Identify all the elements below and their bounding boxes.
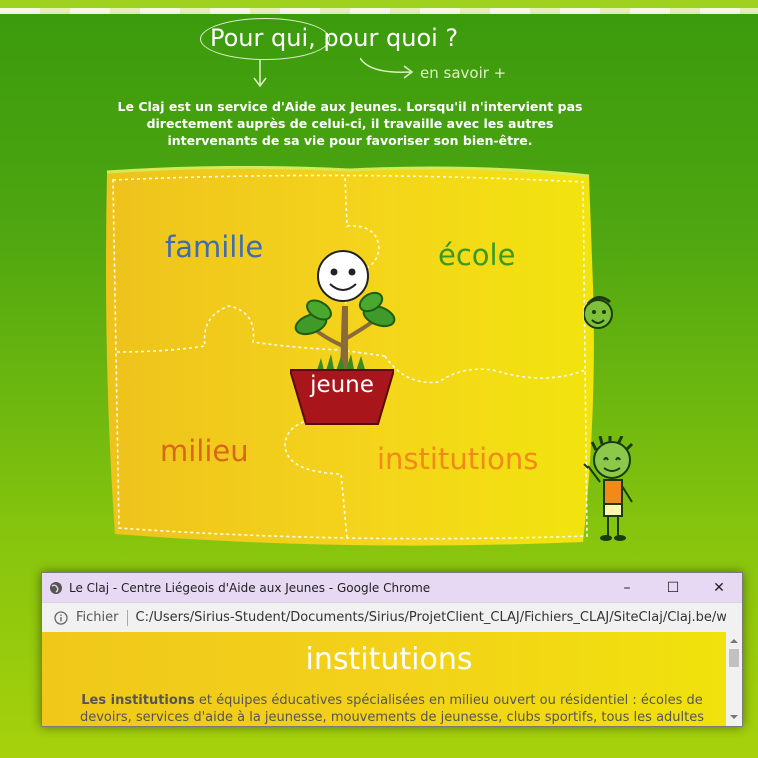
popup-paragraph: Les institutions et équipes éducatives s… xyxy=(72,692,712,726)
globe-icon xyxy=(50,581,62,594)
minimize-icon: – xyxy=(623,579,631,596)
popup-bold-lead: Les institutions xyxy=(81,693,195,708)
maximize-icon: ☐ xyxy=(666,579,680,596)
file-scheme-label: Fichier xyxy=(76,610,119,625)
address-separator xyxy=(126,609,128,626)
url-text[interactable]: C:/Users/Sirius-Student/Documents/Sirius… xyxy=(136,610,726,625)
label-ecole[interactable]: école xyxy=(438,238,515,272)
close-icon: ✕ xyxy=(713,579,725,596)
window-titlebar[interactable]: Le Claj - Centre Liégeois d'Aide aux Jeu… xyxy=(42,573,742,602)
label-jeune: jeune xyxy=(310,372,374,398)
scroll-up-icon[interactable] xyxy=(726,634,742,648)
close-button[interactable]: ✕ xyxy=(696,573,742,602)
arrow-down-icon xyxy=(253,60,267,88)
popup-content: institutions Les institutions et équipes… xyxy=(42,632,726,726)
maximize-button[interactable]: ☐ xyxy=(650,573,696,602)
label-institutions[interactable]: institutions xyxy=(377,442,538,476)
info-icon[interactable] xyxy=(54,610,68,625)
page-title: Pour qui, pour quoi ? xyxy=(210,24,459,52)
top-border xyxy=(0,0,758,14)
scroll-down-icon[interactable] xyxy=(726,710,742,724)
window-title: Le Claj - Centre Liégeois d'Aide aux Jeu… xyxy=(69,580,431,595)
plant-smiley-icon xyxy=(294,250,396,386)
scrollbar-thumb[interactable] xyxy=(729,649,739,667)
more-link[interactable]: en savoir + xyxy=(420,64,506,82)
peeking-kid-icon xyxy=(584,296,613,329)
puzzle: famille école milieu institutions jeune xyxy=(105,166,595,546)
arrow-right-icon xyxy=(360,57,414,79)
waving-kid-icon xyxy=(583,436,634,541)
label-milieu[interactable]: milieu xyxy=(160,434,249,468)
popup-scrollbar[interactable] xyxy=(726,632,742,726)
headline-area: Pour qui, pour quoi ? en savoir + xyxy=(200,18,540,88)
intro-text: Le Claj est un service d'Aide aux Jeunes… xyxy=(117,99,583,148)
jeune-pot[interactable]: jeune xyxy=(290,366,394,428)
minimize-button[interactable]: – xyxy=(604,573,650,602)
address-bar[interactable]: Fichier C:/Users/Sirius-Student/Document… xyxy=(42,602,742,633)
label-famille[interactable]: famille xyxy=(165,230,263,264)
browser-popup-window[interactable]: Le Claj - Centre Liégeois d'Aide aux Jeu… xyxy=(41,572,743,727)
popup-heading: institutions xyxy=(305,642,473,677)
